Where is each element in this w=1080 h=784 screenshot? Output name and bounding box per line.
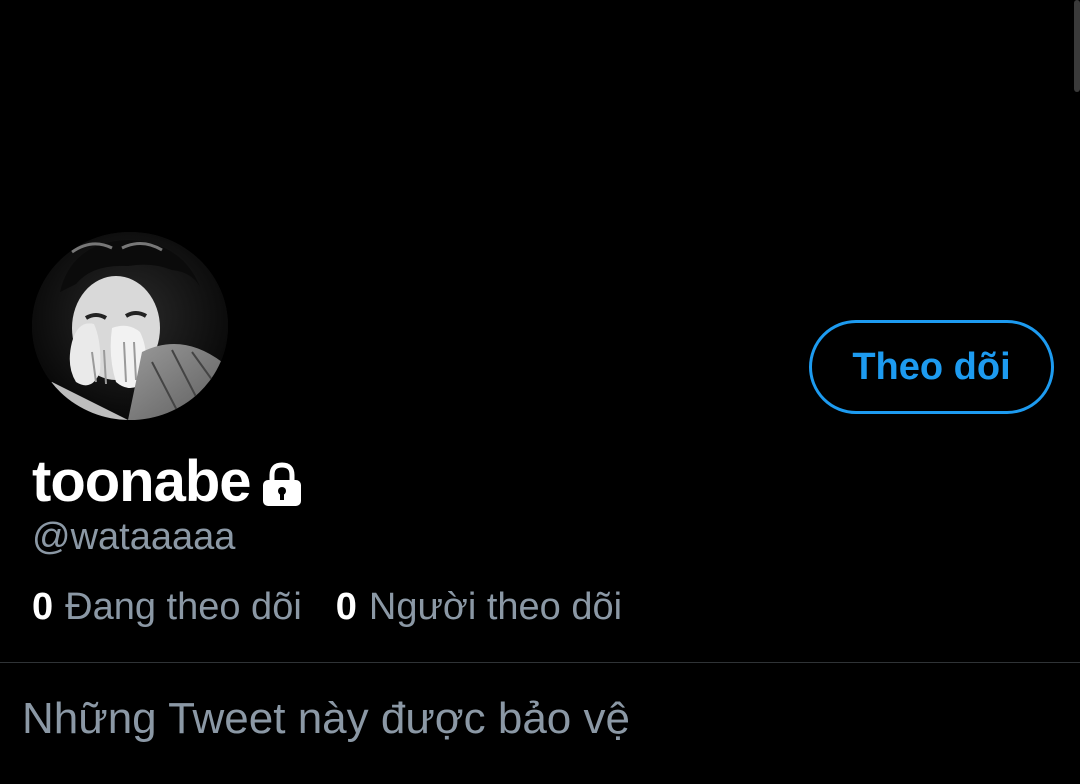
user-handle: @wataaaaa: [32, 516, 236, 558]
followers-label: Người theo dõi: [368, 586, 623, 628]
divider: [0, 662, 1080, 663]
following-count: 0: [32, 586, 54, 628]
following-label: Đang theo dõi: [65, 586, 302, 628]
lock-icon: [262, 462, 301, 506]
followers-count: 0: [335, 586, 357, 628]
display-name: toonabe: [32, 448, 252, 514]
avatar-photo: [32, 232, 228, 420]
display-name-row: toonabe: [32, 446, 303, 516]
follow-stats: 0 Đang theo dõi 0 Người theo dõi: [32, 586, 622, 629]
avatar[interactable]: [32, 232, 228, 420]
follow-button[interactable]: Theo dõi: [809, 320, 1054, 414]
followers-stat[interactable]: 0 Người theo dõi: [336, 586, 622, 629]
following-stat[interactable]: 0 Đang theo dõi: [32, 586, 302, 629]
scrollbar[interactable]: [1074, 0, 1080, 92]
protected-tweets-notice: Những Tweet này được bảo vệ: [22, 694, 630, 743]
profile-page: Theo dõi toonabe @wataaaaa 0 Đang theo d…: [0, 0, 1080, 784]
